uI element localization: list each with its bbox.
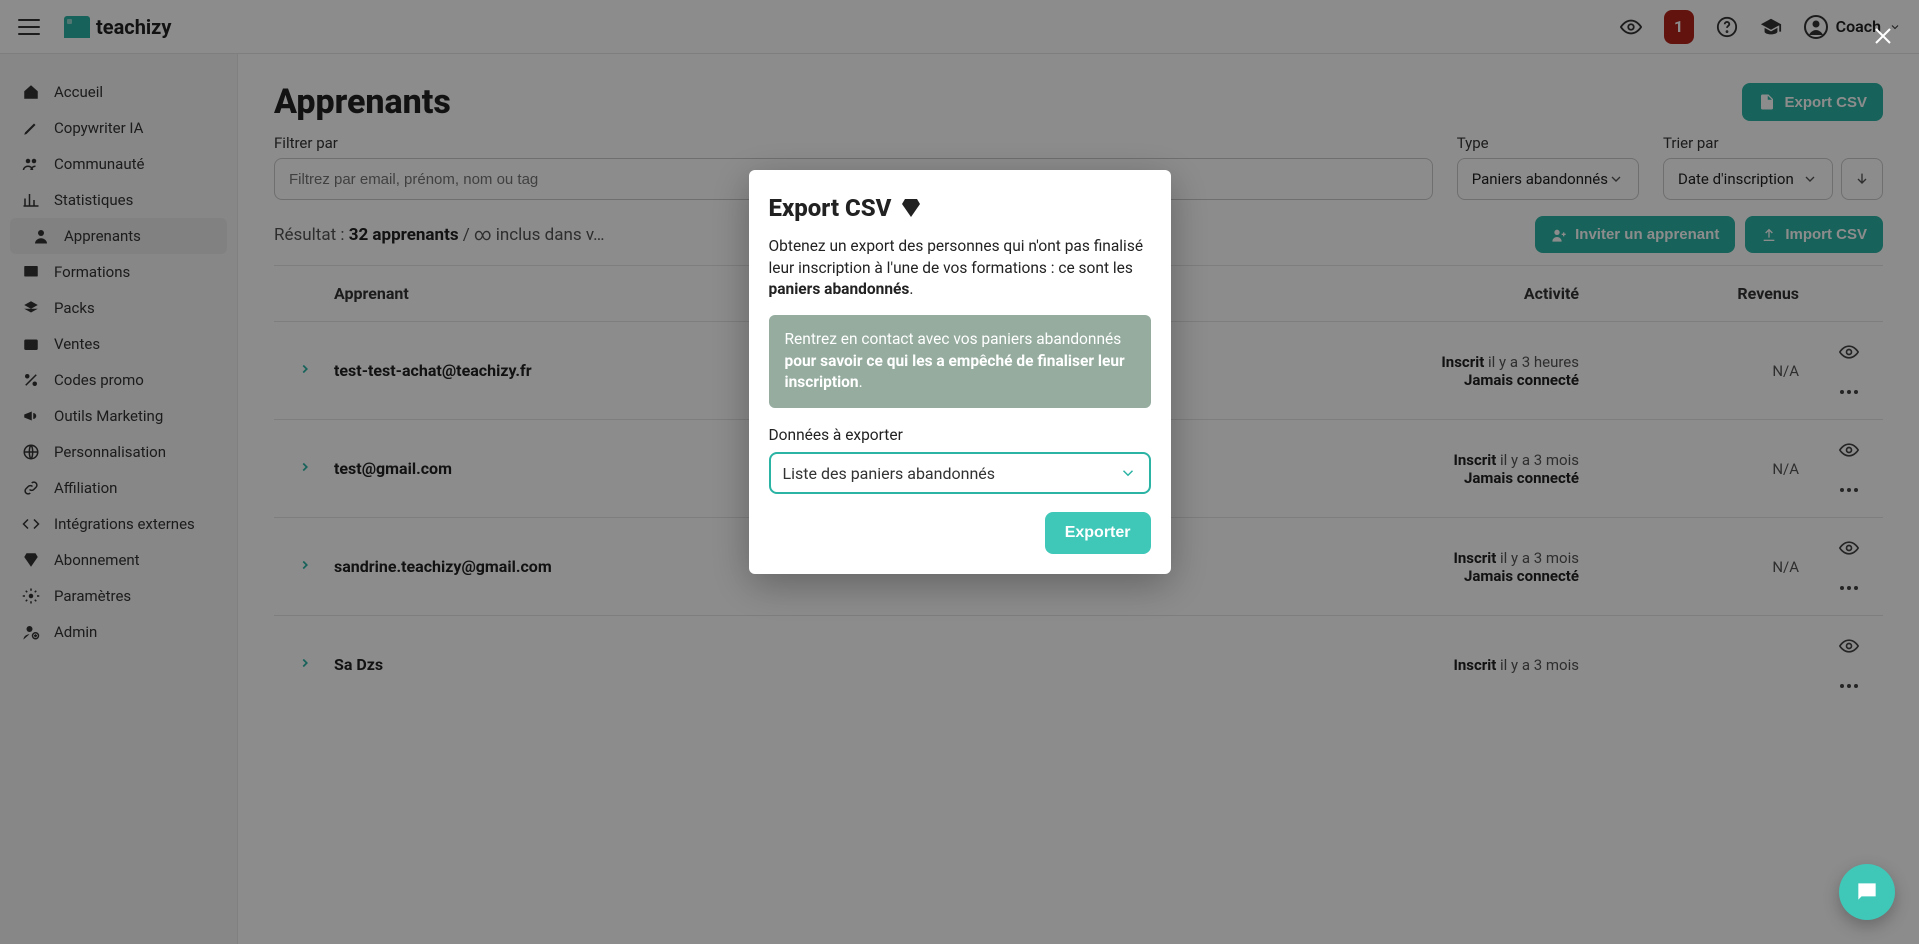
modal-description: Obtenez un export des personnes qui n'on… — [769, 236, 1151, 301]
modal-select-label: Données à exporter — [769, 426, 1151, 444]
export-csv-modal: Export CSV Obtenez un export des personn… — [749, 170, 1171, 574]
chevron-down-icon — [1119, 464, 1137, 482]
close-modal-button[interactable] — [1871, 24, 1895, 52]
chat-fab[interactable] — [1839, 864, 1895, 920]
export-button[interactable]: Exporter — [1045, 512, 1151, 554]
close-icon — [1871, 24, 1895, 48]
modal-overlay: Export CSV Obtenez un export des personn… — [0, 0, 1919, 944]
modal-tip-box: Rentrez en contact avec vos paniers aban… — [769, 315, 1151, 408]
export-data-value: Liste des paniers abandonnés — [783, 464, 996, 483]
gem-icon — [899, 196, 923, 220]
export-data-select[interactable]: Liste des paniers abandonnés — [769, 452, 1151, 494]
chat-icon — [1854, 879, 1880, 905]
modal-title: Export CSV — [769, 194, 892, 222]
